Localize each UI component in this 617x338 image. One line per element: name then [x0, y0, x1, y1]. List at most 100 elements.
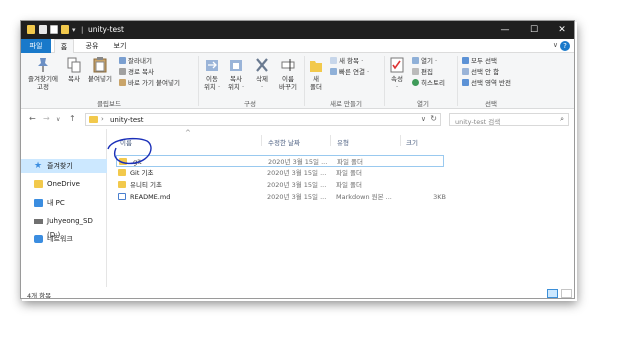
nav-item-drive-d[interactable]: Juhyeong_SD (D:) — [21, 214, 107, 239]
open-button[interactable]: 열기 · — [412, 57, 437, 66]
recent-locations-button[interactable]: ∨ — [56, 116, 60, 123]
select-all-button[interactable]: 모두 선택 — [462, 57, 497, 66]
refresh-button[interactable]: ↻ — [430, 114, 437, 123]
copy-path-label: 경로 복사 — [128, 68, 154, 76]
open-icon — [412, 57, 419, 64]
edit-button[interactable]: 편집 — [412, 68, 433, 77]
group-divider — [457, 56, 458, 106]
pin-quick-access-button[interactable]: 즐겨찾기에 고정 — [25, 57, 61, 91]
tab-share[interactable]: 공유 — [79, 39, 105, 53]
delete-button[interactable]: 삭제 · — [251, 57, 273, 91]
group-divider — [384, 56, 385, 106]
invert-selection-button[interactable]: 선택 영역 반전 — [462, 79, 511, 88]
large-icons-view-button[interactable] — [561, 289, 572, 298]
cut-button[interactable]: 잘라내기 — [119, 57, 152, 66]
file-name: Git 기초 — [130, 169, 154, 177]
file-name: 유니티 기초 — [130, 181, 162, 189]
column-header-type[interactable]: 유형 — [337, 137, 349, 147]
address-dropdown-button[interactable]: ∨ — [421, 115, 426, 123]
select-all-icon — [462, 57, 469, 64]
copy-button[interactable]: 복사 — [65, 57, 83, 83]
properties-button[interactable]: 속성 · — [388, 57, 406, 91]
new-item-label: 새 항목 · — [339, 57, 364, 65]
nav-item-this-pc[interactable]: 내 PC — [21, 196, 107, 210]
open-group-label: 열기 — [417, 100, 429, 108]
nav-item-quick-access[interactable]: ★ 즐겨찾기 — [21, 159, 107, 173]
tab-home[interactable]: 홈 — [54, 39, 74, 53]
table-row[interactable]: 유니티 기초 2020년 3월 15일 ... 파일 폴더 — [116, 179, 446, 191]
search-placeholder: unity-test 검색 — [455, 118, 501, 126]
paste-button[interactable]: 붙여넣기 — [87, 57, 113, 83]
folder-icon — [119, 158, 127, 165]
nav-item-label: 즐겨찾기 — [47, 162, 73, 170]
rename-button[interactable]: 이름 바꾸기 — [277, 57, 299, 91]
new-folder-icon[interactable] — [61, 25, 69, 34]
nav-item-onedrive[interactable]: OneDrive — [21, 177, 107, 191]
pin-icon — [38, 58, 48, 72]
column-header-name[interactable]: 이름 — [120, 137, 132, 147]
ribbon-collapse-button[interactable]: ∨ — [553, 41, 558, 49]
folder-icon — [27, 25, 35, 34]
title-bar: ▾ | unity-test — ☐ ✕ — [21, 21, 574, 39]
folder-icon — [34, 180, 43, 188]
nav-item-label: OneDrive — [47, 180, 80, 188]
table-row[interactable]: .git 2020년 3월 15일 ... 파일 폴더 — [116, 155, 444, 167]
quick-access-dropdown[interactable]: ▾ — [72, 26, 78, 34]
new-folder-icon — [310, 61, 322, 72]
new-folder-button[interactable]: 새 폴더 — [307, 57, 325, 91]
move-to-button[interactable]: 이동 위치 · — [201, 57, 223, 91]
select-none-button[interactable]: 선택 안 함 — [462, 68, 499, 77]
search-input[interactable]: unity-test 검색 ⌕ — [449, 113, 569, 126]
history-button[interactable]: 히스토리 — [412, 79, 445, 88]
history-label: 히스토리 — [421, 79, 445, 87]
address-bar-row: ← → ∨ ↑ › unity-test ∨ ↻ unity-test 검색 ⌕ — [21, 110, 574, 129]
copy-icon — [67, 57, 81, 73]
select-all-label: 모두 선택 — [471, 57, 497, 65]
copy-path-button[interactable]: 경로 복사 — [119, 68, 154, 77]
move-to-label: 이동 위치 · — [203, 75, 221, 91]
new-item-button[interactable]: 새 항목 · — [330, 57, 363, 66]
network-icon — [34, 235, 43, 243]
easy-access-button[interactable]: 빠른 연결 · — [330, 68, 369, 77]
properties-icon — [390, 57, 404, 73]
paste-shortcut-icon — [119, 79, 126, 86]
up-button[interactable]: ↑ — [69, 114, 76, 123]
easy-access-icon — [330, 68, 337, 75]
column-divider[interactable] — [400, 135, 401, 146]
table-row[interactable]: README.md 2020년 3월 15일 ... Markdown 원본 .… — [116, 191, 446, 203]
address-bar[interactable]: › unity-test ∨ ↻ — [85, 113, 441, 126]
column-header-size[interactable]: 크기 — [406, 137, 418, 147]
status-bar: 4개 항목 — [21, 287, 574, 299]
invert-selection-icon — [462, 79, 469, 86]
table-row[interactable]: Git 기초 2020년 3월 15일 ... 파일 폴더 — [116, 167, 446, 179]
item-count: 4개 항목 — [27, 292, 52, 299]
copy-label: 복사 — [68, 75, 80, 83]
maximize-button[interactable]: ☐ — [520, 21, 548, 39]
tab-view[interactable]: 보기 — [109, 39, 131, 53]
details-view-button[interactable] — [547, 289, 558, 298]
minimize-button[interactable]: — — [491, 21, 519, 39]
column-divider[interactable] — [330, 135, 331, 146]
nav-item-network[interactable]: 네트워크 — [21, 232, 107, 246]
pc-icon — [34, 199, 43, 207]
copy-to-button[interactable]: 복사 위치 · — [225, 57, 247, 91]
properties-icon[interactable] — [39, 25, 47, 34]
invert-selection-label: 선택 영역 반전 — [471, 79, 512, 87]
forward-button[interactable]: → — [43, 114, 50, 123]
breadcrumb-unity-test[interactable]: unity-test — [110, 116, 144, 124]
back-button[interactable]: ← — [29, 114, 36, 123]
edit-icon — [412, 68, 419, 75]
star-icon: ★ — [34, 161, 43, 171]
help-button[interactable]: ? — [560, 41, 570, 51]
nav-item-label: 네트워크 — [47, 235, 73, 243]
checkbox-icon[interactable] — [50, 25, 58, 34]
paste-shortcut-button[interactable]: 바로 가기 붙여넣기 — [119, 79, 180, 88]
group-divider — [198, 56, 199, 106]
tab-file[interactable]: 파일 — [21, 39, 51, 53]
navigation-pane: ★ 즐겨찾기 OneDrive 내 PC Juhyeong_SD (D:) 네트… — [21, 129, 107, 287]
column-divider[interactable] — [261, 135, 262, 146]
rename-icon — [281, 59, 295, 71]
edit-label: 편집 — [421, 68, 433, 76]
close-button[interactable]: ✕ — [548, 21, 574, 39]
column-header-date[interactable]: 수정한 날짜 — [268, 137, 300, 147]
